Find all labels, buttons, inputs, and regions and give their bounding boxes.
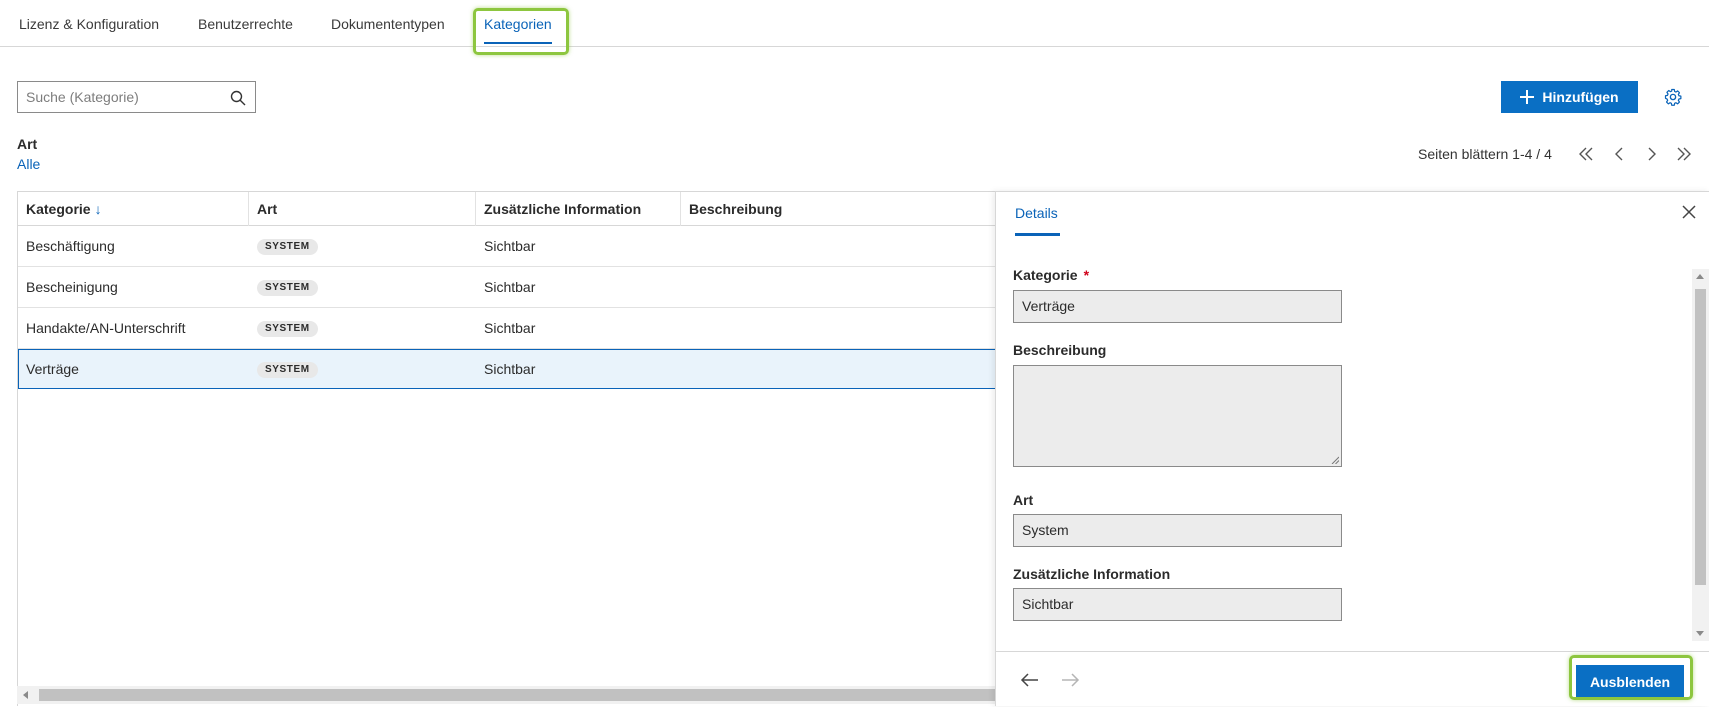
beschreibung-field-label: Beschreibung — [1013, 342, 1107, 358]
tab-highlight-frame — [473, 8, 569, 55]
close-icon[interactable] — [1681, 204, 1697, 220]
art-badge: SYSTEM — [257, 321, 318, 338]
horizontal-scrollbar[interactable] — [17, 686, 997, 704]
column-header-art[interactable]: Art — [249, 192, 476, 226]
cell-art: SYSTEM — [249, 308, 318, 349]
cell-kategorie: Verträge — [26, 361, 79, 377]
details-panel: Details Kategorie * Verträge Beschreibung… — [995, 191, 1709, 706]
cell-kategorie: Handakte/AN-Unterschrift — [26, 320, 186, 336]
art-field-label: Art — [1013, 492, 1034, 508]
table-row[interactable]: Handakte/AN-Unterschrift SYSTEM Sichtbar — [18, 308, 1116, 349]
kategorie-field-label: Kategorie * — [1013, 267, 1089, 283]
categories-table: Kategorie ↓ Art Zusätzliche Information B… — [17, 191, 1117, 706]
cell-kategorie: Beschäftigung — [26, 238, 115, 254]
search-input[interactable] — [18, 82, 218, 112]
search-icon[interactable] — [230, 90, 246, 106]
column-header-zusaetzliche-information[interactable]: Zusätzliche Information — [476, 192, 681, 226]
beschreibung-textarea[interactable] — [1013, 365, 1342, 467]
cell-info: Sichtbar — [484, 279, 536, 295]
vertical-scrollbar[interactable] — [1692, 269, 1709, 641]
scroll-up-arrow-icon[interactable] — [1696, 274, 1704, 279]
art-badge: SYSTEM — [257, 362, 318, 379]
tab-details[interactable]: Details — [1015, 205, 1058, 221]
table-row-selected[interactable]: Verträge SYSTEM Sichtbar — [18, 349, 1116, 389]
pagination-text: Seiten blättern 1-4 / 4 — [1418, 146, 1552, 162]
art-badge: SYSTEM — [257, 280, 318, 297]
kategorie-field[interactable]: Verträge — [1013, 290, 1342, 323]
art-field[interactable]: System — [1013, 514, 1342, 547]
table-row[interactable]: Beschäftigung SYSTEM Sichtbar — [18, 226, 1116, 267]
vertical-scrollbar-thumb[interactable] — [1695, 289, 1706, 585]
required-marker: * — [1083, 267, 1090, 283]
hide-button-highlight-frame — [1569, 655, 1693, 700]
table-row[interactable]: Bescheinigung SYSTEM Sichtbar — [18, 267, 1116, 308]
add-button-label: Hinzufügen — [1542, 89, 1619, 105]
table-header: Kategorie ↓ Art Zusätzliche Information B… — [18, 192, 1116, 226]
tab-benutzerrechte[interactable]: Benutzerrechte — [198, 16, 293, 32]
cell-beschreibung — [681, 267, 689, 308]
cell-art: SYSTEM — [249, 226, 318, 267]
tab-lizenz-konfiguration[interactable]: Lizenz & Konfiguration — [19, 16, 159, 32]
add-button[interactable]: Hinzufügen — [1501, 81, 1638, 113]
horizontal-scrollbar-thumb[interactable] — [39, 689, 997, 701]
arrow-left-icon[interactable] — [1019, 669, 1041, 691]
scroll-left-arrow-icon[interactable] — [23, 691, 28, 699]
details-tab-indicator — [1015, 233, 1060, 236]
info-field-label: Zusätzliche Information — [1013, 566, 1171, 582]
last-page-icon[interactable] — [1674, 144, 1694, 164]
cell-beschreibung — [681, 308, 689, 349]
tab-bar: Lizenz & Konfiguration Benutzerrechte Do… — [0, 0, 1709, 47]
resize-grip-icon[interactable] — [1331, 456, 1339, 464]
plus-icon — [1520, 90, 1535, 104]
cell-info: Sichtbar — [484, 238, 536, 254]
cell-art: SYSTEM — [249, 350, 318, 388]
first-page-icon[interactable] — [1576, 144, 1596, 164]
column-header-kategorie[interactable]: Kategorie ↓ — [18, 192, 249, 226]
kategorie-label-text: Kategorie — [1013, 267, 1078, 283]
gear-icon[interactable] — [1664, 88, 1682, 106]
search-box — [17, 81, 256, 113]
cell-kategorie: Bescheinigung — [26, 279, 118, 295]
filter-art-value-link[interactable]: Alle — [17, 156, 40, 172]
art-badge: SYSTEM — [257, 239, 318, 256]
info-field[interactable]: Sichtbar — [1013, 588, 1342, 621]
tab-dokumententypen[interactable]: Dokumententypen — [331, 16, 445, 32]
cell-art: SYSTEM — [249, 267, 318, 308]
filter-art-label: Art — [17, 136, 38, 152]
next-page-icon[interactable] — [1642, 144, 1662, 164]
arrow-right-icon[interactable] — [1059, 669, 1081, 691]
column-header-label: Kategorie — [26, 201, 91, 217]
cell-info: Sichtbar — [484, 320, 536, 336]
previous-page-icon[interactable] — [1609, 144, 1629, 164]
cell-beschreibung — [681, 226, 689, 267]
cell-info: Sichtbar — [484, 361, 536, 377]
cell-beschreibung — [681, 350, 689, 388]
sort-down-arrow-icon: ↓ — [94, 201, 102, 217]
scroll-down-arrow-icon[interactable] — [1696, 631, 1704, 636]
